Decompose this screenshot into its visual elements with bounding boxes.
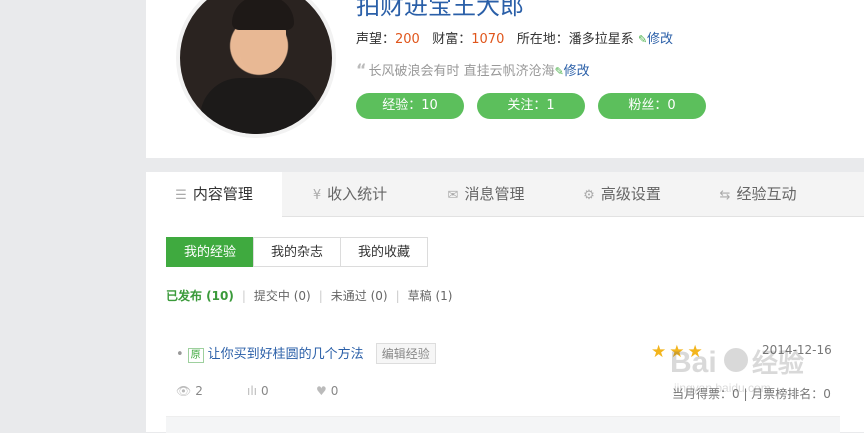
heart-icon: ♥ <box>316 384 327 398</box>
stats-row: 声望：200 财富：1070 所在地：潘多拉星系 ✎修改 <box>356 28 673 47</box>
tab-label: 内容管理 <box>192 185 253 203</box>
edit-motto-link[interactable]: ✎修改 <box>555 64 590 79</box>
quote-icon: “ <box>356 60 367 79</box>
tab-content-management[interactable]: ☰ 内容管理 <box>146 172 282 217</box>
fans-pill[interactable]: 粉丝：0 <box>598 93 706 119</box>
article-title-link[interactable]: 让你买到好桂圆的几个方法 <box>208 347 364 362</box>
views-stat: 👁 2 <box>176 384 203 398</box>
bullet-icon: • <box>176 347 184 362</box>
filter-draft[interactable]: 草稿 (1) <box>408 289 453 303</box>
votes-stat: ılı 0 <box>247 384 269 398</box>
wealth-value: 1070 <box>471 32 505 47</box>
mail-icon: ✉ <box>447 188 459 203</box>
baidu-jingyan-watermark: Bai 经验 jingyan.baidu.com <box>670 346 804 395</box>
filter-published[interactable]: 已发布 (10) <box>166 289 234 303</box>
following-pill[interactable]: 关注：1 <box>477 93 585 119</box>
watermark-brand: Bai <box>670 346 717 379</box>
likes-stat: ♥ 0 <box>316 384 339 398</box>
tab-label: 高级设置 <box>600 185 661 203</box>
watermark-url: jingyan.baidu.com <box>673 381 771 395</box>
watermark-suffix: 经验 <box>752 348 804 379</box>
article-item: • 原让你买到好桂圆的几个方法 编辑经验 <box>176 343 436 364</box>
location-value: 潘多拉星系 <box>568 32 634 47</box>
tab-label: 收入统计 <box>327 185 388 203</box>
exchange-icon: ⇆ <box>719 188 731 203</box>
filter-submitting[interactable]: 提交中 (0) <box>254 289 311 303</box>
edit-location-link[interactable]: ✎修改 <box>638 32 673 47</box>
subtab-my-experience[interactable]: 我的经验 <box>166 237 254 267</box>
filter-rejected[interactable]: 未通过 (0) <box>331 289 388 303</box>
wealth-label: 财富： <box>432 32 472 47</box>
avatar[interactable] <box>176 0 336 138</box>
bar-chart-icon: ılı <box>247 384 258 398</box>
tab-advanced-settings[interactable]: ⚙ 高级设置 <box>554 172 690 216</box>
tab-experience-interaction[interactable]: ⇆ 经验互动 <box>690 172 826 216</box>
subtab-my-magazine[interactable]: 我的杂志 <box>253 237 341 267</box>
experience-pill[interactable]: 经验：10 <box>356 93 464 119</box>
yen-icon: ¥ <box>312 188 322 203</box>
tab-label: 经验互动 <box>736 185 797 203</box>
gear-icon: ⚙ <box>583 188 595 203</box>
subtab-my-favorites[interactable]: 我的收藏 <box>340 237 428 267</box>
list-icon: ☰ <box>175 188 187 203</box>
pencil-icon: ✎ <box>554 65 564 78</box>
motto-text: 长风破浪会有时 直挂云帆济沧海 <box>368 64 555 79</box>
location-label: 所在地： <box>516 32 569 47</box>
tab-income-stats[interactable]: ¥ 收入统计 <box>282 172 418 216</box>
tab-message-management[interactable]: ✉ 消息管理 <box>418 172 554 216</box>
motto-row: “长风破浪会有时 直挂云帆济沧海✎修改 <box>356 60 590 79</box>
status-filter-row: 已发布 (10) | 提交中 (0) | 未通过 (0) | 草稿 (1) <box>166 289 453 303</box>
paw-icon <box>724 348 748 372</box>
reputation-label: 声望： <box>356 32 396 47</box>
pencil-icon: ✎ <box>637 33 648 46</box>
edit-experience-button[interactable]: 编辑经验 <box>375 343 436 364</box>
tab-label: 消息管理 <box>464 185 525 203</box>
next-row-divider <box>166 416 840 433</box>
username[interactable]: 拍财进宝王大郎 <box>356 0 524 21</box>
reputation-value: 200 <box>395 32 420 47</box>
eye-icon: 👁 <box>176 384 192 398</box>
original-badge: 原 <box>187 348 204 363</box>
